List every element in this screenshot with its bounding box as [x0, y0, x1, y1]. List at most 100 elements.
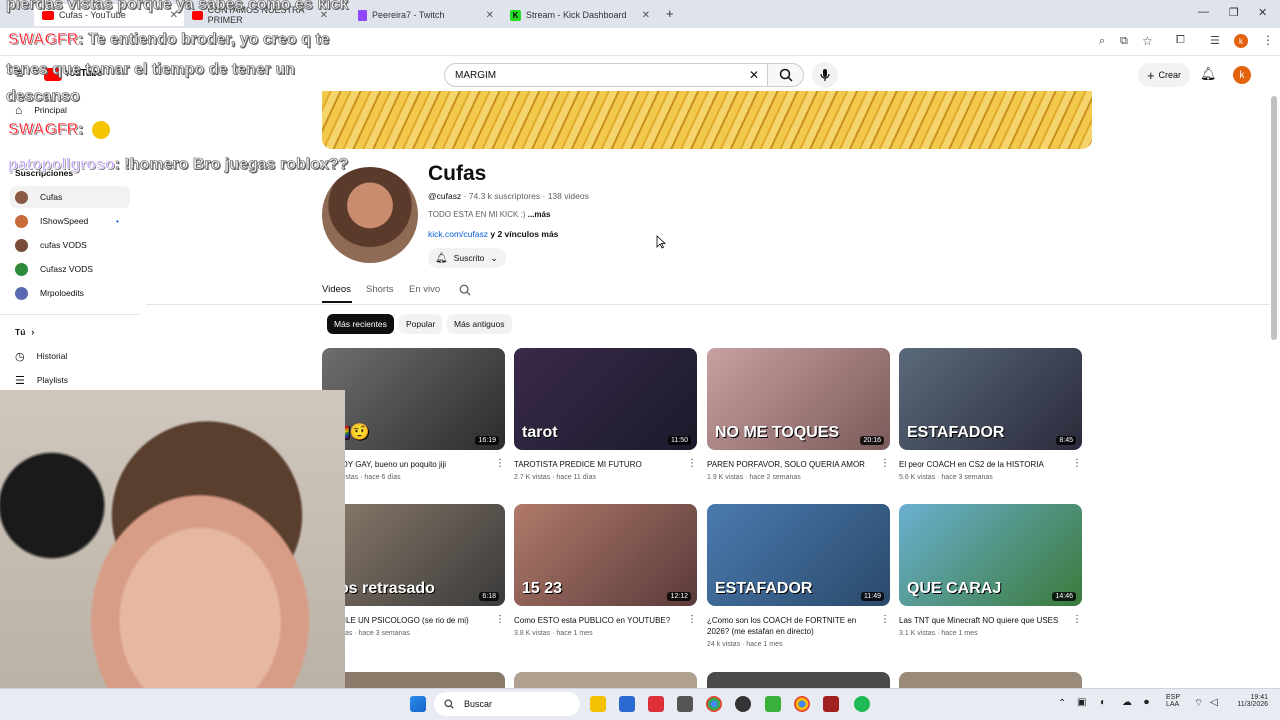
sidebar-item-ishowspeed[interactable]: IShowSpeed • — [10, 210, 130, 232]
close-window-icon[interactable]: ✕ — [1258, 6, 1267, 19]
office-icon[interactable] — [648, 696, 664, 712]
video-thumbnail[interactable]: 🏳️‍🌈🤨 16:19 — [322, 348, 505, 450]
video-title[interactable]: Como ESTO esta PUBLICO en YOUTUBE? — [514, 615, 684, 626]
more-link[interactable]: ...más — [528, 210, 551, 219]
video-card[interactable]: sos retrasado 6:18 ALQUILE UN PSICOLOGO (s… — [322, 504, 505, 637]
microphone-icon[interactable]: ⏺ — [1144, 697, 1149, 708]
video-menu-icon[interactable]: ⋮ — [880, 614, 890, 625]
close-icon[interactable]: ✕ — [642, 10, 650, 21]
new-tab-button[interactable]: + — [666, 6, 674, 21]
close-icon[interactable]: ✕ — [486, 10, 494, 21]
video-card[interactable]: ESTAFADOR 11:49 ¿Como son los COACH de FOR… — [707, 504, 890, 648]
search-button[interactable] — [768, 63, 804, 87]
file-explorer-icon[interactable] — [590, 696, 606, 712]
chip-oldest[interactable]: Más antiguos — [447, 314, 512, 334]
tab-kick-dashboard[interactable]: K Stream - Kick Dashboard ✕ — [502, 4, 656, 26]
video-thumbnail[interactable]: QUE CARAJ 14:46 — [899, 504, 1082, 606]
extensions-icon[interactable]: ⧠ — [1176, 34, 1185, 47]
kick-link[interactable]: kick.com/cufasz — [428, 229, 488, 239]
menu-dots-icon[interactable]: ⋮ — [1262, 33, 1274, 47]
create-button[interactable]: + Crear — [1138, 63, 1190, 87]
video-menu-icon[interactable]: ⋮ — [1072, 458, 1082, 469]
video-title[interactable]: TAROTISTA PREDICE MI FUTURO — [514, 459, 684, 470]
profile-avatar[interactable]: k — [1234, 34, 1248, 48]
video-card[interactable]: 🏳️‍🌈🤨 16:19 NO SOY GAY, bueno un poquito j… — [322, 348, 505, 481]
sidebar-item-cufas[interactable]: Cufas — [10, 186, 130, 208]
minecraft-icon[interactable] — [765, 696, 781, 712]
onedrive-icon[interactable]: ☁ — [1122, 697, 1132, 708]
tab-live[interactable]: En vivo — [409, 284, 440, 295]
video-thumbnail-partial[interactable] — [707, 672, 890, 688]
tray-app-icon[interactable]: ▣ — [1077, 697, 1086, 708]
video-menu-icon[interactable]: ⋮ — [1072, 614, 1082, 625]
channel-avatar[interactable] — [322, 167, 418, 263]
subscribed-button[interactable]: 🔔︎ Suscrito ⌄ — [428, 248, 506, 268]
video-thumbnail-partial[interactable] — [899, 672, 1082, 688]
app-icon[interactable] — [823, 696, 839, 712]
app-icon[interactable] — [677, 696, 693, 712]
video-menu-icon[interactable]: ⋮ — [687, 458, 697, 469]
video-thumbnail[interactable]: 15 23 12:12 — [514, 504, 697, 606]
sidebar-item-mrpoloedits[interactable]: Mrpoloedits — [10, 282, 130, 304]
video-title[interactable]: PAREN PORFAVOR, SOLO QUERIA AMOR — [707, 459, 877, 470]
video-thumbnail-partial[interactable] — [322, 672, 505, 688]
windows-start-icon[interactable] — [410, 696, 426, 712]
video-card[interactable]: NO ME TOQUES 20:16 PAREN PORFAVOR, SOLO QU… — [707, 348, 890, 481]
restore-icon[interactable]: ❐ — [1229, 6, 1239, 19]
video-card[interactable]: tarot 11:50 TAROTISTA PREDICE MI FUTURO 2.7… — [514, 348, 697, 481]
account-avatar[interactable]: k — [1233, 66, 1251, 84]
video-title[interactable]: NO SOY GAY, bueno un poquito jiji — [322, 459, 492, 470]
tab-videos[interactable]: Videos — [322, 284, 351, 295]
wifi-icon[interactable]: ⌔ — [1194, 697, 1203, 710]
video-thumbnail-partial[interactable] — [514, 672, 697, 688]
chip-popular[interactable]: Popular — [399, 314, 443, 334]
bookmark-star-icon[interactable]: ☆ — [1142, 34, 1153, 48]
you-heading[interactable]: Tú › — [10, 321, 130, 343]
search-input[interactable]: MARGIM ✕ — [444, 63, 768, 87]
spotify-icon[interactable] — [854, 696, 870, 712]
video-thumbnail[interactable]: ESTAFADOR 11:49 — [707, 504, 890, 606]
reading-list-icon[interactable]: ☰ — [1210, 34, 1220, 47]
obs-icon[interactable] — [735, 696, 751, 712]
channel-description[interactable]: TODO ESTA EN MI KICK :) ...más — [428, 210, 550, 219]
chrome-active-icon[interactable] — [794, 696, 810, 712]
video-menu-icon[interactable]: ⋮ — [495, 614, 505, 625]
clear-search-icon[interactable]: ✕ — [749, 68, 759, 82]
video-card[interactable]: 15 23 12:12 Como ESTO esta PUBLICO en YOUT… — [514, 504, 697, 637]
chrome-icon[interactable] — [706, 696, 722, 712]
language-indicator[interactable]: ESP LAA — [1166, 694, 1180, 708]
video-card[interactable]: QUE CARAJ 14:46 Las TNT que Minecraft NO q… — [899, 504, 1082, 637]
tab-shorts[interactable]: Shorts — [366, 284, 393, 295]
store-icon[interactable] — [619, 696, 635, 712]
video-menu-icon[interactable]: ⋮ — [687, 614, 697, 625]
video-thumbnail[interactable]: NO ME TOQUES 20:16 — [707, 348, 890, 450]
sidebar-item-playlists[interactable]: ☰ Playlists — [10, 369, 130, 391]
cast-icon[interactable]: ⧉ — [1120, 35, 1128, 48]
channel-search-icon[interactable] — [459, 284, 471, 296]
video-title[interactable]: Las TNT que Minecraft NO quiere que USES — [899, 615, 1069, 626]
tab-twitch[interactable]: Peereira7 - Twitch ✕ — [350, 4, 500, 26]
video-thumbnail[interactable]: sos retrasado 6:18 — [322, 504, 505, 606]
chip-latest[interactable]: Más recientes — [327, 314, 394, 334]
sidebar-item-cufasz-vods[interactable]: Cufasz VODS — [10, 258, 130, 280]
sidebar-item-cufas-vods[interactable]: cufas VODS — [10, 234, 130, 256]
chevron-up-icon[interactable]: ⌃ — [1058, 698, 1066, 709]
page-scrollbar[interactable] — [1271, 96, 1277, 340]
video-card[interactable]: ESTAFADOR 8:45 El peor COACH en CS2 de la … — [899, 348, 1082, 481]
video-title[interactable]: El peor COACH en CS2 de la HISTORIA — [899, 459, 1069, 470]
video-title[interactable]: ALQUILE UN PSICOLOGO (se rio de mi) — [322, 615, 492, 626]
sidebar-item-history[interactable]: ◷ Historial — [10, 345, 130, 367]
video-thumbnail[interactable]: tarot 11:50 — [514, 348, 697, 450]
clock[interactable]: 19:41 11/3/2026 — [1228, 694, 1268, 708]
zoom-icon[interactable]: ⌕ — [1099, 35, 1105, 48]
more-links[interactable]: y 2 vínculos más — [490, 229, 558, 239]
video-menu-icon[interactable]: ⋮ — [880, 458, 890, 469]
notifications-bell-icon[interactable]: 🔔︎ — [1200, 66, 1217, 82]
taskbar-search[interactable]: Buscar — [434, 692, 580, 716]
video-title[interactable]: ¿Como son los COACH de FORTNITE en 2026?… — [707, 615, 877, 637]
voice-search-button[interactable] — [812, 62, 838, 88]
minimize-icon[interactable]: — — [1198, 6, 1209, 18]
video-menu-icon[interactable]: ⋮ — [495, 458, 505, 469]
tray-app-icon[interactable]: ◐ — [1100, 697, 1106, 708]
volume-icon[interactable]: ◁ — [1210, 697, 1218, 708]
